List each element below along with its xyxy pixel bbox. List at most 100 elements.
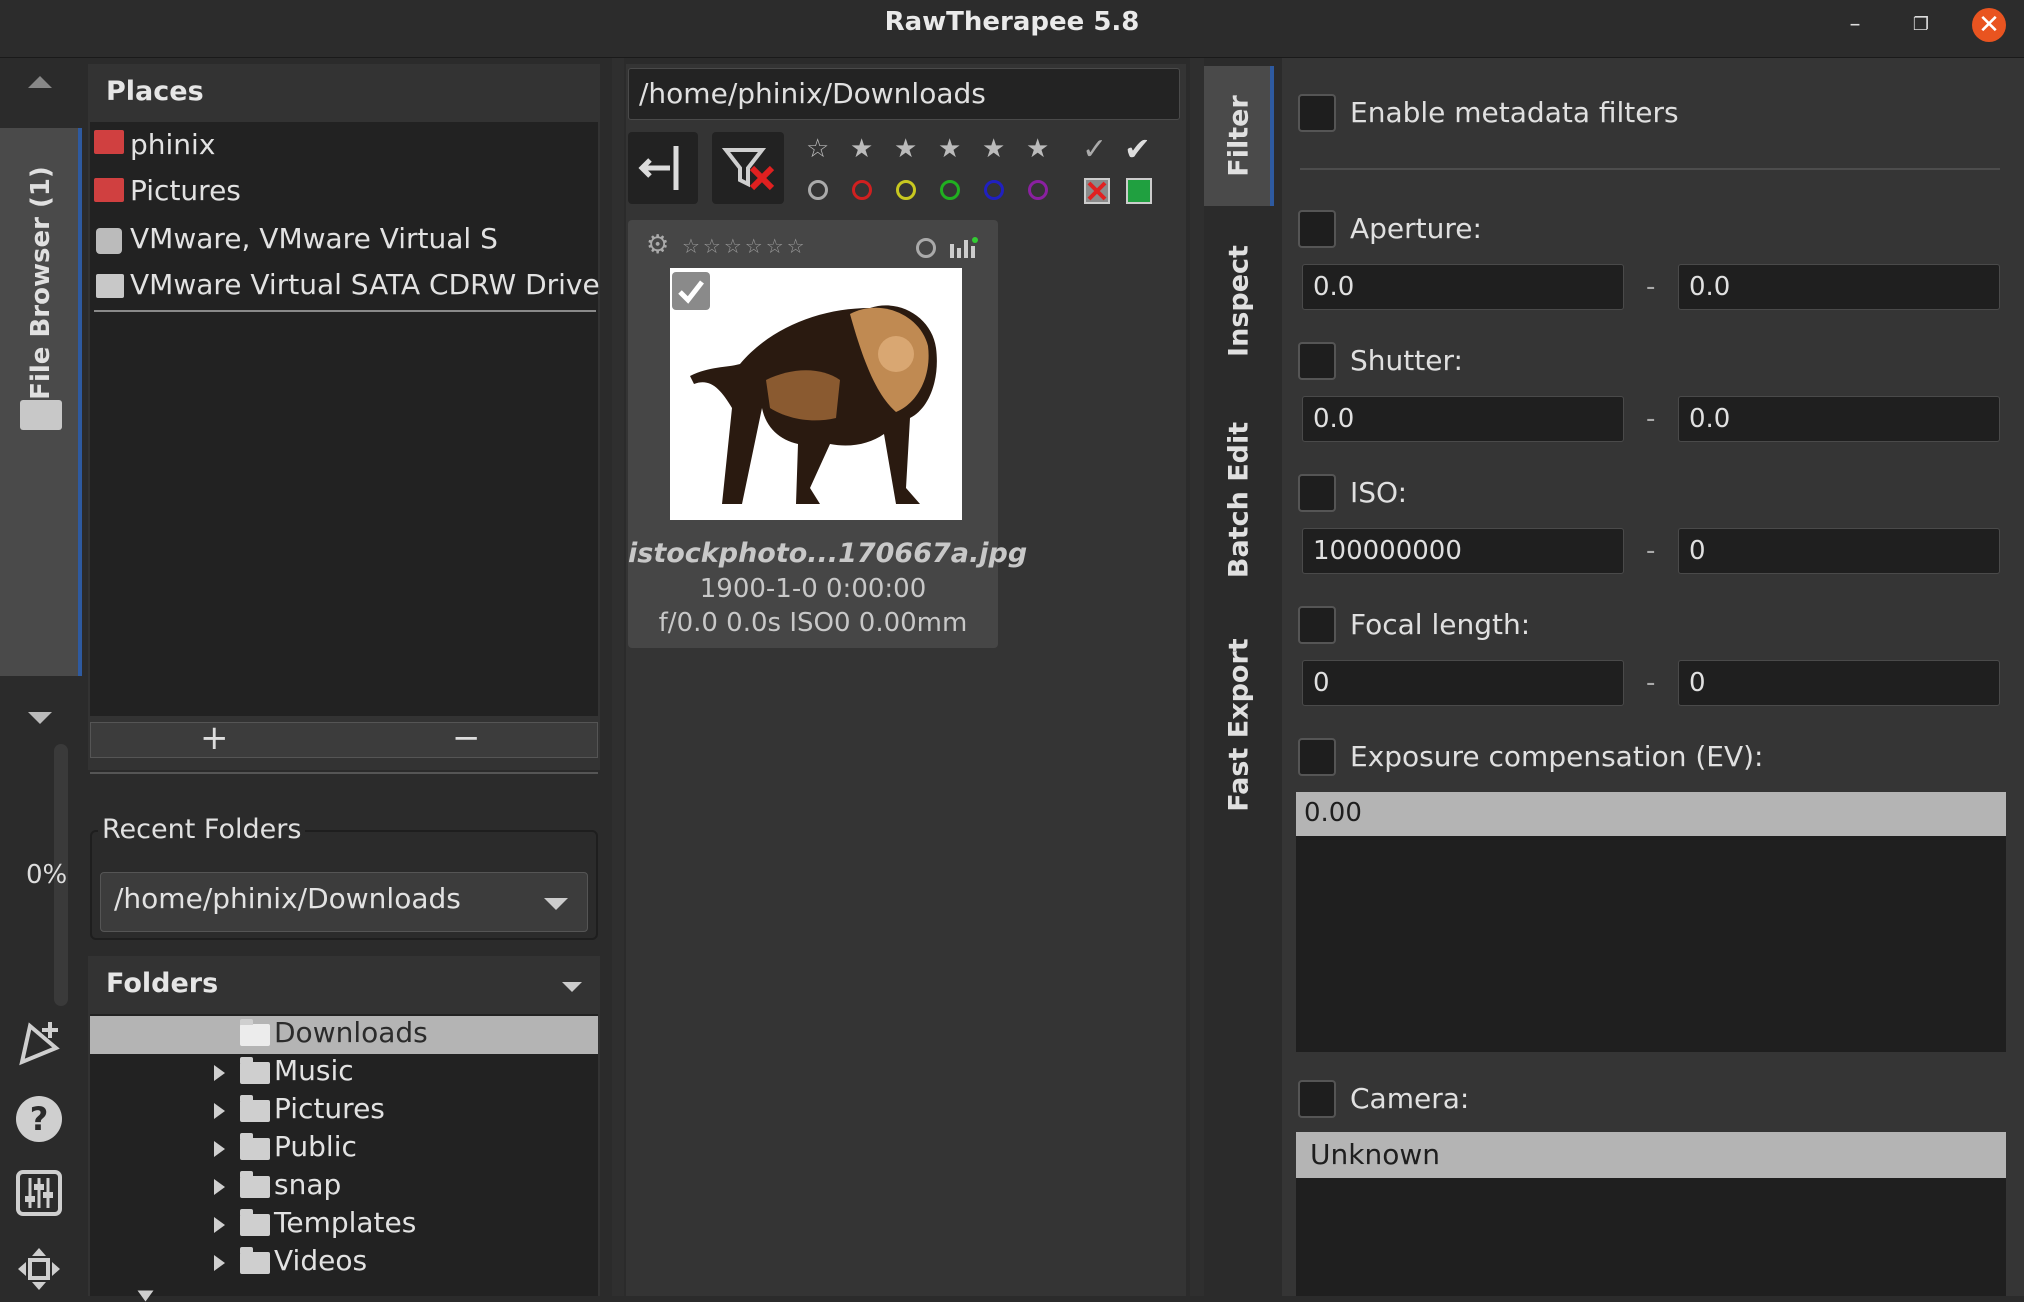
tab-fast-export[interactable]: Fast Export bbox=[1204, 630, 1274, 820]
tree-item-downloads[interactable]: Downloads bbox=[274, 1016, 428, 1049]
chevron-down-icon bbox=[544, 898, 568, 910]
thumbnail-filename: istockphoto...170667a.jpg bbox=[628, 538, 1028, 569]
folders-menu-icon[interactable] bbox=[562, 982, 582, 992]
expand-arrow-icon[interactable] bbox=[137, 1290, 154, 1302]
tab-batch-edit-label: Batch Edit bbox=[1223, 421, 1255, 579]
filter-color-green-icon[interactable] bbox=[940, 180, 960, 200]
filter-color-red-icon[interactable] bbox=[852, 180, 872, 200]
folder-icon bbox=[20, 400, 62, 430]
shutter-max-input[interactable]: 0.0 bbox=[1678, 396, 2000, 442]
filter-color-yellow-icon[interactable] bbox=[896, 180, 916, 200]
shutter-range-dash: - bbox=[1646, 404, 1656, 434]
folder-icon bbox=[240, 1171, 270, 1198]
tree-item-videos[interactable]: Videos bbox=[274, 1244, 367, 1277]
iso-range-dash: - bbox=[1646, 536, 1656, 566]
filter-divider bbox=[1300, 168, 2000, 170]
move-icon[interactable] bbox=[16, 1246, 62, 1292]
filter-color-none-icon[interactable] bbox=[808, 180, 828, 200]
focal-length-min-input[interactable]: 0 bbox=[1302, 660, 1624, 706]
shutter-label: Shutter: bbox=[1350, 344, 1463, 377]
remove-place-button[interactable]: − bbox=[452, 718, 481, 758]
iso-checkbox[interactable] bbox=[1298, 474, 1336, 512]
places-item-vmware-disk[interactable]: VMware, VMware Virtual S bbox=[130, 222, 498, 255]
exposure-compensation-selected-row[interactable] bbox=[1296, 792, 2006, 836]
filter-star-3-icon[interactable]: ★ bbox=[894, 134, 917, 164]
filter-saved-icon[interactable] bbox=[1126, 178, 1152, 204]
tab-fast-export-label: Fast Export bbox=[1223, 638, 1255, 812]
progress-label: 0% bbox=[26, 860, 68, 890]
filter-unedited-icon[interactable]: ✓ bbox=[1082, 132, 1107, 167]
expand-arrow-icon[interactable] bbox=[214, 1141, 225, 1157]
aperture-checkbox[interactable] bbox=[1298, 210, 1336, 248]
tree-item-templates[interactable]: Templates bbox=[274, 1206, 416, 1239]
help-icon[interactable]: ? bbox=[16, 1096, 62, 1142]
pane-splitter[interactable] bbox=[612, 58, 624, 1296]
maximize-button[interactable]: ❐ bbox=[1904, 8, 1938, 42]
thumbnail-rating-stars[interactable]: ☆☆☆☆☆☆ bbox=[682, 234, 808, 258]
filter-star-2-icon[interactable]: ★ bbox=[850, 134, 873, 164]
close-button[interactable]: ✕ bbox=[1972, 8, 2006, 42]
thumbnail-checkbox[interactable] bbox=[672, 272, 710, 310]
enable-metadata-filters-checkbox[interactable] bbox=[1298, 94, 1336, 132]
home-folder-icon bbox=[94, 130, 124, 154]
add-place-button[interactable]: + bbox=[200, 718, 229, 758]
expand-arrow-icon[interactable] bbox=[214, 1179, 225, 1195]
panel-separator bbox=[90, 772, 598, 774]
expand-arrow-icon[interactable] bbox=[214, 1255, 225, 1271]
filter-color-purple-icon[interactable] bbox=[1028, 180, 1048, 200]
filter-star-4-icon[interactable]: ★ bbox=[938, 134, 961, 164]
tree-item-pictures[interactable]: Pictures bbox=[274, 1092, 385, 1125]
focal-length-checkbox[interactable] bbox=[1298, 606, 1336, 644]
preferences-icon[interactable] bbox=[16, 1170, 62, 1216]
thumbnail-color-label-icon[interactable] bbox=[916, 238, 936, 258]
shutter-min-input[interactable]: 0.0 bbox=[1302, 396, 1624, 442]
minimize-button[interactable]: – bbox=[1838, 8, 1872, 42]
places-button-bar bbox=[90, 722, 598, 758]
clear-filter-button[interactable] bbox=[712, 132, 784, 204]
places-item-cdrw-drive[interactable]: VMware Virtual SATA CDRW Drive bbox=[130, 268, 600, 301]
folder-icon bbox=[240, 1209, 270, 1236]
pane-splitter[interactable] bbox=[1190, 58, 1204, 1296]
thumbnail-histogram-icon bbox=[950, 236, 978, 260]
thumbnail-exif: f/0.0 0.0s ISO0 0.00mm bbox=[658, 608, 968, 638]
expand-arrow-icon[interactable] bbox=[214, 1217, 225, 1233]
filter-star-1-icon[interactable]: ☆ bbox=[806, 134, 829, 164]
tree-item-public[interactable]: Public bbox=[274, 1130, 357, 1163]
iso-max-input[interactable]: 0 bbox=[1678, 528, 2000, 574]
focal-length-label: Focal length: bbox=[1350, 608, 1531, 641]
filter-color-blue-icon[interactable] bbox=[984, 180, 1004, 200]
tree-item-music[interactable]: Music bbox=[274, 1054, 354, 1087]
scroll-up-icon[interactable] bbox=[28, 76, 52, 88]
filter-not-saved-icon[interactable] bbox=[1084, 178, 1110, 204]
places-item-pictures[interactable]: Pictures bbox=[130, 174, 241, 207]
tab-batch-edit[interactable]: Batch Edit bbox=[1204, 400, 1274, 600]
camera-label: Camera: bbox=[1350, 1082, 1470, 1115]
path-input[interactable]: /home/phinix/Downloads bbox=[628, 68, 1180, 120]
filter-star-5-icon[interactable]: ★ bbox=[982, 134, 1005, 164]
tab-inspect[interactable]: Inspect bbox=[1204, 226, 1274, 376]
iso-min-input[interactable]: 100000000 bbox=[1302, 528, 1624, 574]
filter-star-6-icon[interactable]: ★ bbox=[1026, 134, 1049, 164]
places-item-phinix[interactable]: phinix bbox=[130, 128, 215, 161]
places-header: Places bbox=[106, 76, 204, 107]
expand-arrow-icon[interactable] bbox=[214, 1103, 225, 1119]
aperture-min-input[interactable]: 0.0 bbox=[1302, 264, 1624, 310]
aperture-max-input[interactable]: 0.0 bbox=[1678, 264, 2000, 310]
tree-item-snap[interactable]: snap bbox=[274, 1168, 341, 1201]
exposure-compensation-checkbox[interactable] bbox=[1298, 738, 1336, 776]
enable-metadata-filters-label: Enable metadata filters bbox=[1350, 96, 1679, 129]
shutter-checkbox[interactable] bbox=[1298, 342, 1336, 380]
filter-edited-icon[interactable]: ✔ bbox=[1124, 130, 1151, 168]
expand-arrow-icon[interactable] bbox=[214, 1065, 225, 1081]
scroll-down-icon[interactable] bbox=[28, 712, 52, 724]
focal-length-range-dash: - bbox=[1646, 668, 1656, 698]
send-to-editor-icon[interactable] bbox=[16, 1018, 64, 1066]
tab-file-browser[interactable]: File Browser (1) bbox=[0, 128, 82, 676]
aperture-range-dash: - bbox=[1646, 272, 1656, 302]
places-divider bbox=[94, 310, 596, 312]
camera-value: Unknown bbox=[1310, 1138, 1440, 1171]
focal-length-max-input[interactable]: 0 bbox=[1678, 660, 2000, 706]
toggle-left-panel-button[interactable] bbox=[628, 132, 698, 204]
camera-checkbox[interactable] bbox=[1298, 1080, 1336, 1118]
gear-icon[interactable]: ⚙ bbox=[646, 230, 669, 260]
